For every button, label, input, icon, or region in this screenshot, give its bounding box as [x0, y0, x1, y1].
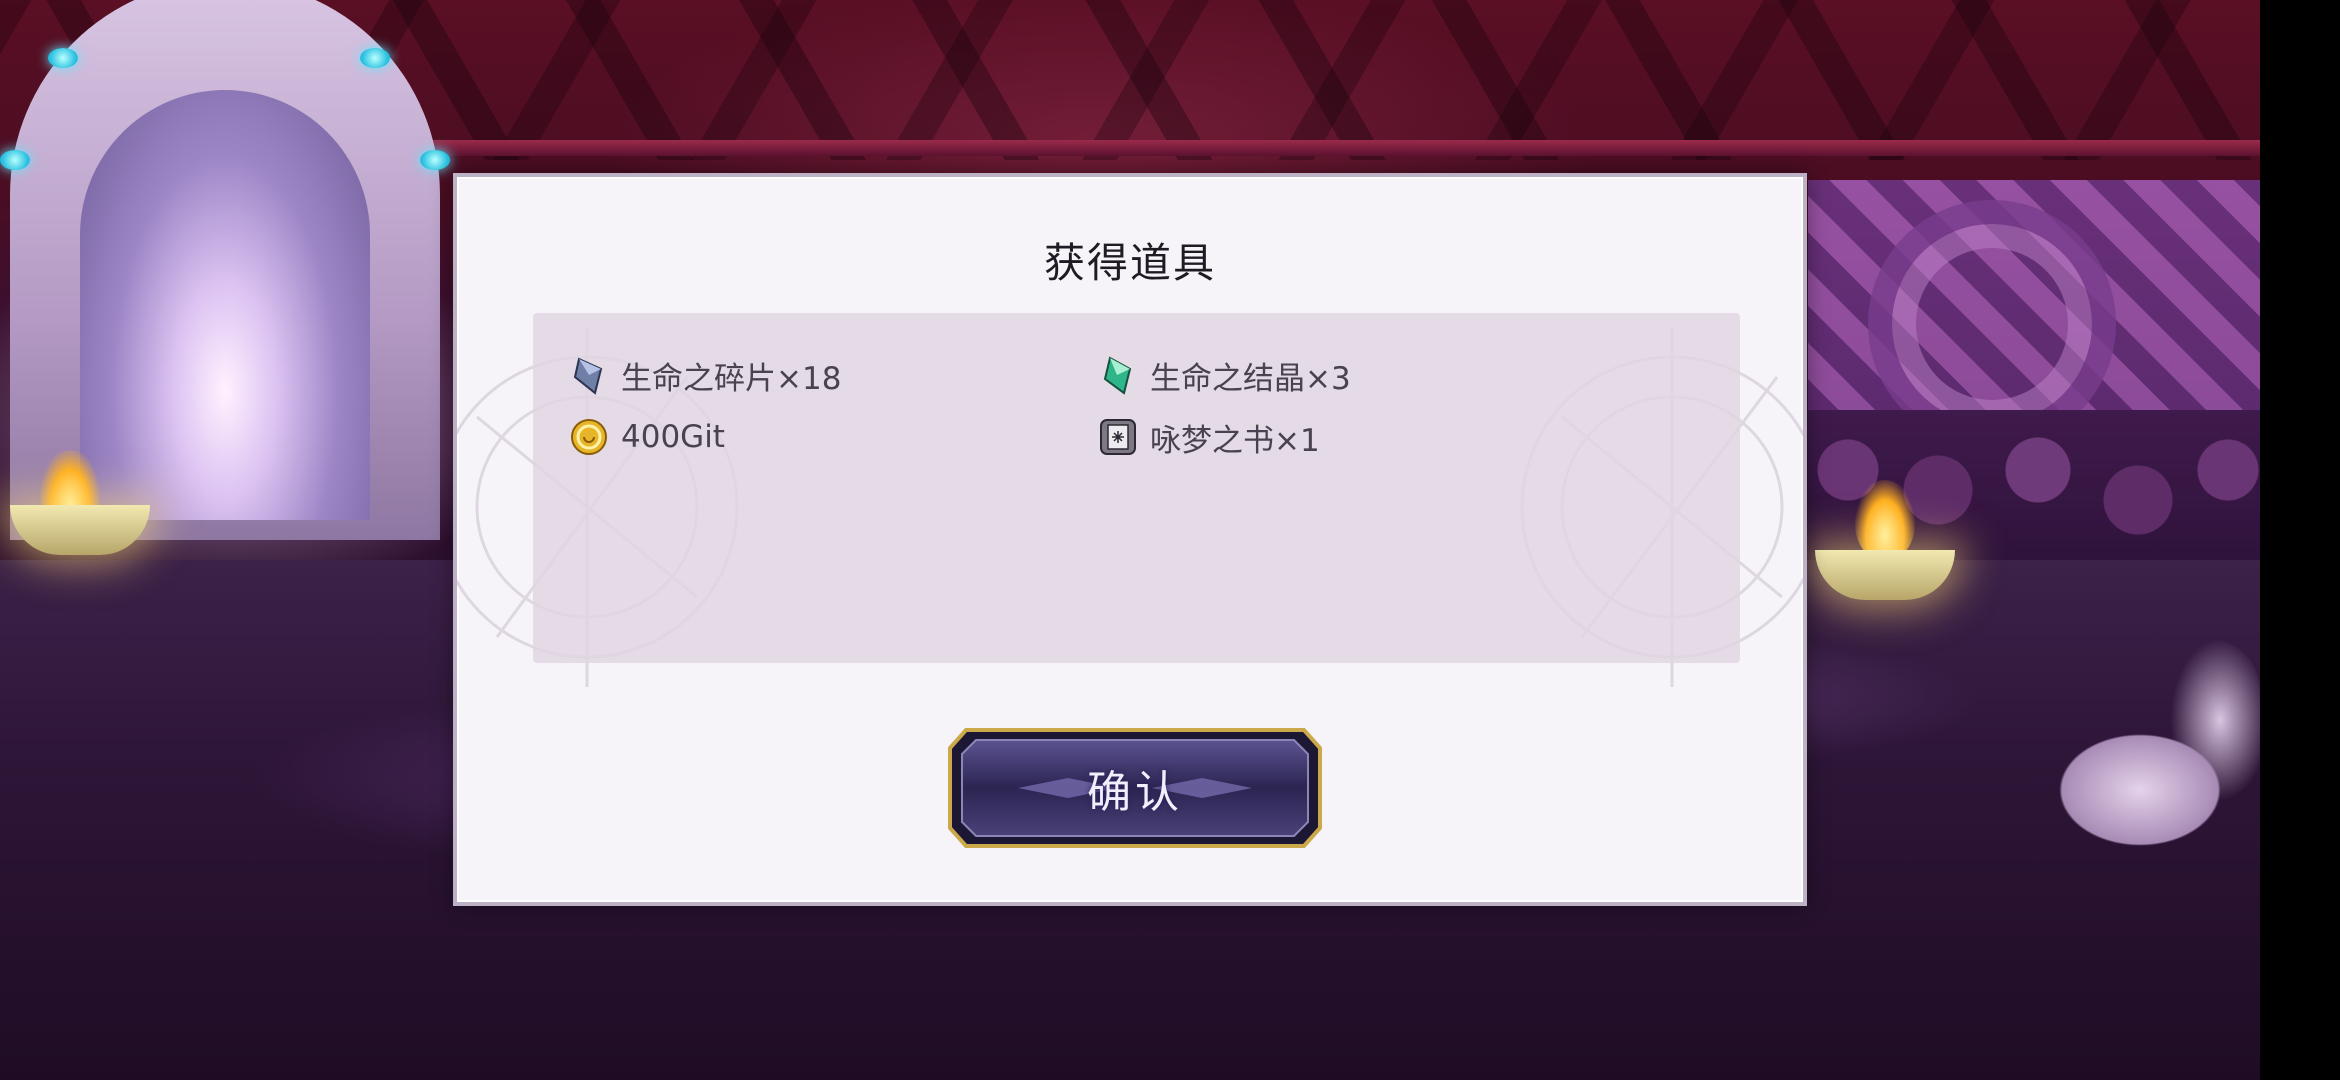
item-reward-dialog: 获得道具 生命之碎片×18 生命之结晶×3 400Git 咏梦之书×1 确认	[453, 173, 1807, 906]
reward-item: 咏梦之书×1	[1098, 413, 1320, 461]
reward-item: 400Git	[569, 413, 725, 461]
dream-book-icon	[1098, 417, 1138, 457]
brazier-left	[10, 505, 150, 555]
portal-gem	[0, 150, 30, 170]
reward-item: 生命之碎片×18	[569, 351, 841, 399]
screen-edge	[2260, 0, 2340, 1080]
confirm-button-label: 确认	[1087, 767, 1183, 818]
wall-trim	[420, 140, 2260, 156]
reward-item-label: 生命之碎片×18	[621, 360, 842, 397]
portal-gem	[48, 48, 78, 68]
dialog-title: 获得道具	[1044, 239, 1216, 287]
reward-item-label: 咏梦之书×1	[1150, 422, 1320, 459]
portal-glow	[80, 90, 370, 520]
brazier-flame	[1855, 480, 1915, 560]
reward-item-label: 400Git	[621, 419, 725, 455]
green-crystal-icon	[1098, 355, 1138, 395]
blue-crystal-shard-icon	[569, 355, 609, 395]
creature-sprite	[2020, 640, 2260, 890]
confirm-button[interactable]: 确认	[948, 728, 1322, 848]
gold-coin-icon	[569, 417, 609, 457]
reward-list: 生命之碎片×18 生命之结晶×3 400Git 咏梦之书×1	[533, 313, 1740, 663]
reward-item-label: 生命之结晶×3	[1150, 360, 1351, 397]
reward-item: 生命之结晶×3	[1098, 351, 1351, 399]
portal-gem	[420, 150, 450, 170]
portal-gem	[360, 48, 390, 68]
